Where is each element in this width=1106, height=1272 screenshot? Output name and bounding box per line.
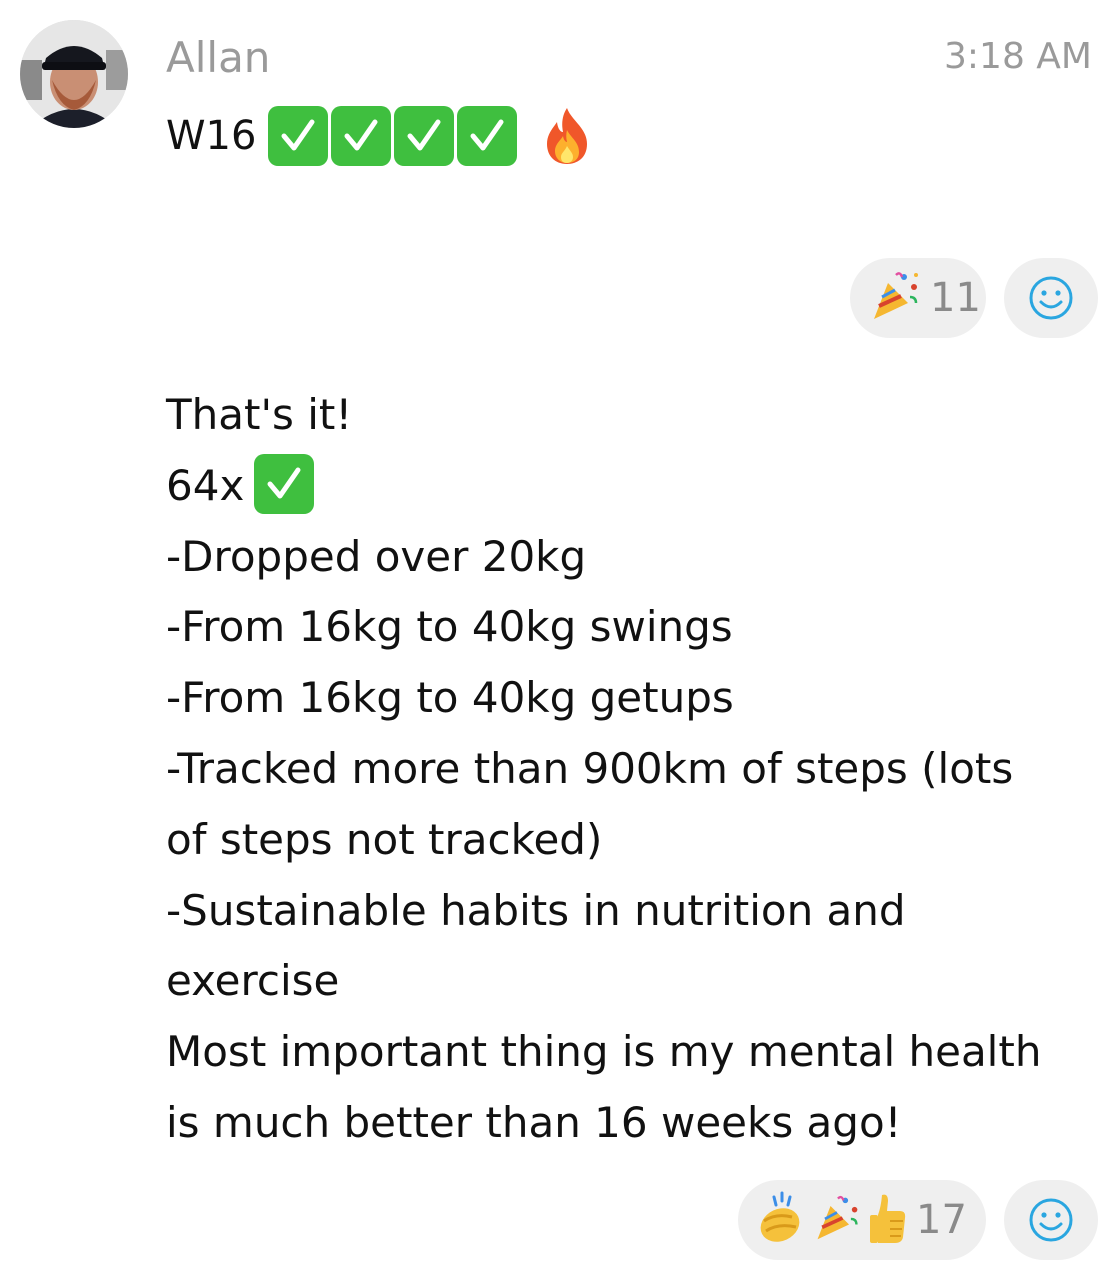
fire-icon (541, 106, 593, 166)
message-header: W16 (166, 104, 593, 168)
check-mark-icon (268, 106, 329, 166)
clapping-hands-icon (756, 1191, 806, 1249)
add-reaction-button[interactable] (1004, 258, 1098, 338)
check-mark-icon (457, 106, 518, 166)
user-photo (20, 20, 128, 128)
add-reaction-button[interactable] (1004, 1180, 1098, 1260)
party-popper-icon (868, 269, 922, 327)
message-line: Most important thing is my mental health (166, 1027, 1042, 1077)
message-line: -From 16kg to 40kg getups (166, 673, 734, 723)
message-line: exercise (166, 956, 340, 1006)
reaction-pill[interactable]: 11 (850, 258, 986, 338)
check-mark-icon (394, 106, 455, 166)
message-line: -From 16kg to 40kg swings (166, 602, 733, 652)
avatar[interactable] (20, 20, 128, 128)
message-body: That's it! 64x -Dropped over 20kg -From … (166, 380, 1086, 1159)
message-line: is much better than 16 weeks ago! (166, 1097, 902, 1147)
message-line: of steps not tracked) (166, 814, 603, 864)
message-line: -Sustainable habits in nutrition and (166, 885, 906, 935)
reaction-count: 11 (930, 275, 981, 321)
check-mark-icon (331, 106, 392, 166)
reaction-count: 17 (916, 1197, 967, 1243)
message-line: -Tracked more than 900km of steps (lots (166, 743, 1014, 793)
header-text: W16 (166, 113, 257, 159)
message-line-text: 64x (166, 460, 245, 510)
author-name[interactable]: Allan (166, 32, 270, 84)
smiley-icon (1029, 1198, 1073, 1242)
reaction-pill[interactable]: 17 (738, 1180, 986, 1260)
check-mark-icon (254, 454, 315, 515)
message-timestamp: 3:18 AM (944, 36, 1092, 77)
check-mark-group (268, 106, 518, 166)
party-popper-icon (812, 1191, 862, 1249)
smiley-icon (1029, 276, 1073, 320)
message-line: -Dropped over 20kg (166, 531, 587, 581)
message-line: 64x (166, 451, 1086, 522)
message-line: That's it! (166, 390, 353, 439)
thumbs-up-icon (868, 1191, 908, 1249)
